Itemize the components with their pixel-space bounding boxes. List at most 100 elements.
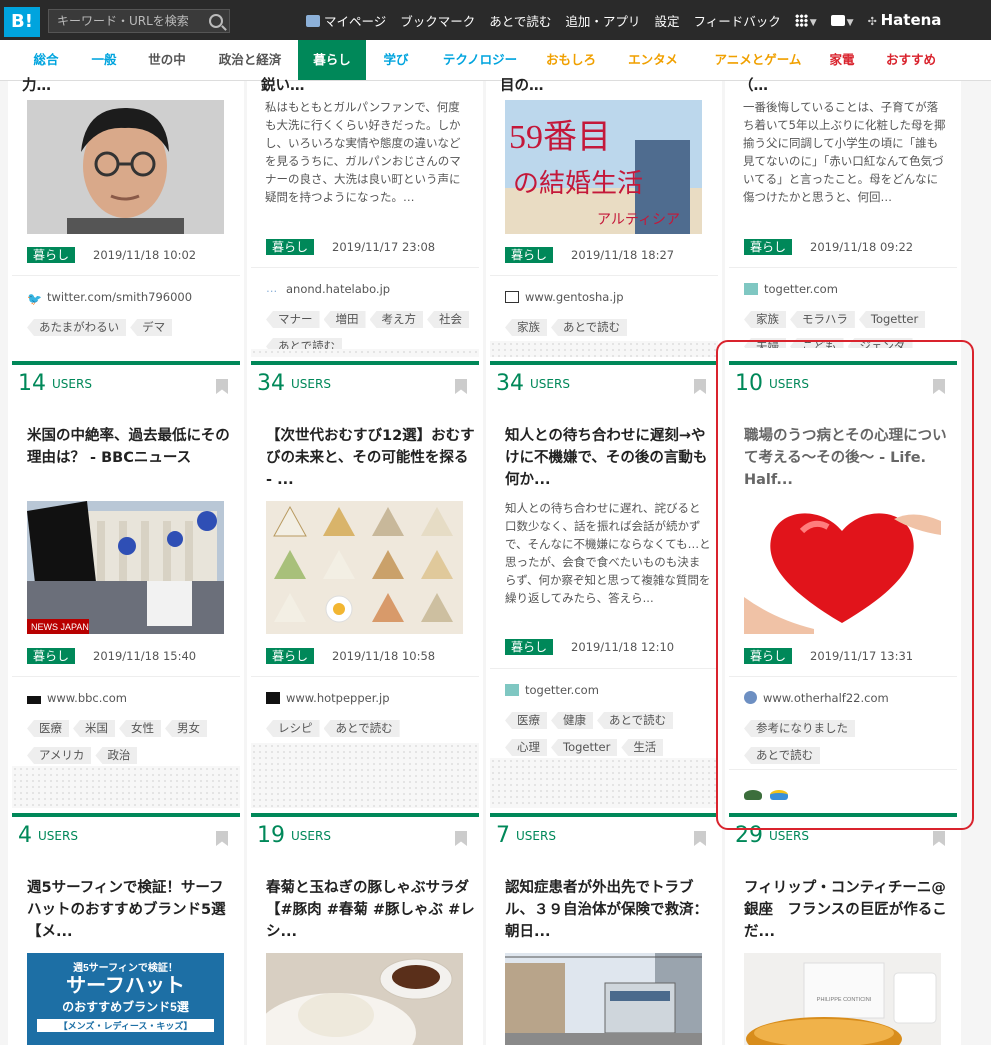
bookmark-icon[interactable] <box>933 831 945 846</box>
entry-title-partial[interactable]: 力… <box>22 75 232 97</box>
bookmark-icon[interactable] <box>216 831 228 846</box>
entry-source[interactable]: www.gentosha.jp <box>505 290 624 304</box>
entry-thumbnail[interactable]: 59番目 の結婚生活 アルティシア <box>505 100 702 234</box>
entry-title[interactable]: 認知症患者が外出先でトラブル、３９自治体が保険で救済：朝日... <box>505 877 715 943</box>
category-anime-game[interactable]: アニメとゲーム <box>702 40 814 80</box>
tag-chip[interactable]: あとで読む <box>323 720 400 737</box>
entry-title[interactable]: 週5サーフィンで検証！サーフハットのおすすめブランド5選【メ... <box>27 877 237 943</box>
tag-chip[interactable]: あたまがわるい <box>27 319 127 336</box>
entry-title[interactable]: 春菊と玉ねぎの豚しゃぶサラダ【#豚肉 #春菊 #豚しゃぶ #レシ... <box>266 877 476 943</box>
bookmark-count[interactable]: 34 USERS <box>496 371 570 396</box>
thumb-line-1: 59番目 <box>509 119 611 156</box>
nav-bookmark[interactable]: ブックマーク <box>400 11 475 30</box>
nav-settings[interactable]: 設定 <box>654 11 679 30</box>
bookmark-icon[interactable] <box>694 379 706 394</box>
category-osusume[interactable]: おすすめ <box>878 40 944 80</box>
tag-chip[interactable]: 考え方 <box>369 311 423 328</box>
apps-menu[interactable]: ▼ <box>794 13 817 28</box>
entry-title[interactable]: 【次世代おむすび12選】おむすびの未来と、その可能性を探る - ... <box>266 425 476 491</box>
entry-source[interactable]: 🐦 twitter.com/smith796000 <box>27 290 192 306</box>
entry-title[interactable]: フィリップ・コンティチーニ@銀座 フランスの巨匠が作るこだ... <box>744 877 954 943</box>
category-tag[interactable]: 暮らし <box>266 648 315 664</box>
category-politics-economy[interactable]: 政治と経済 <box>208 40 292 80</box>
bookmark-count[interactable]: 19 USERS <box>257 823 331 848</box>
tag-chip[interactable]: 増田 <box>323 311 366 328</box>
entry-title-partial[interactable]: （… <box>739 75 949 97</box>
nav-feedback[interactable]: フィードバック <box>693 11 780 30</box>
tag-chip[interactable]: 家族 <box>505 319 547 336</box>
category-tag[interactable]: 暮らし <box>505 639 554 655</box>
entry-source[interactable]: ⋯ anond.hatelabo.jp <box>266 282 390 298</box>
notifications-menu[interactable]: ▼ <box>830 13 854 28</box>
tag-chip[interactable]: レシピ <box>266 720 320 737</box>
category-tag[interactable]: 暮らし <box>27 247 76 263</box>
bookmark-count[interactable]: 14 USERS <box>18 371 92 396</box>
tag-chip[interactable]: デマ <box>130 319 173 336</box>
tag-chip[interactable]: あとで読む <box>597 712 674 729</box>
tag-chip[interactable]: Togetter <box>551 739 618 756</box>
tag-chip[interactable]: Togetter <box>858 311 926 328</box>
tag-chip[interactable]: アメリカ <box>27 747 92 764</box>
category-tag[interactable]: 暮らし <box>266 239 315 255</box>
entry-source[interactable]: togetter.com <box>505 683 599 697</box>
hatena-brand[interactable]: ✣ Hatena <box>868 11 942 29</box>
tag-chip[interactable]: 心理 <box>505 739 547 756</box>
category-omoshiro[interactable]: おもしろ <box>536 40 606 80</box>
bookmark-icon[interactable] <box>216 379 228 394</box>
category-manabi[interactable]: 学び <box>372 40 420 80</box>
tag-chip[interactable]: 社会 <box>427 311 469 328</box>
tag-chip[interactable]: 医療 <box>27 720 69 737</box>
tag-chip[interactable]: 生活 <box>621 739 664 756</box>
nav-mypage[interactable]: マイページ <box>306 11 386 30</box>
tag-chip[interactable]: あとで読む <box>551 319 628 336</box>
entry-title[interactable]: 米国の中絶率、過去最低にその理由は？ - BBCニュース <box>27 425 237 469</box>
entry-thumbnail[interactable]: PHILIPPE CONTICINI <box>744 953 941 1045</box>
tag-chip[interactable]: マナー <box>266 311 320 328</box>
search-icon[interactable] <box>209 14 223 28</box>
entry-title-partial[interactable]: 鋭い… <box>261 75 471 97</box>
nav-add-app[interactable]: 追加・アプリ <box>565 11 640 30</box>
entry-date: 2019/11/18 18:27 <box>571 248 675 262</box>
tag-chip[interactable]: 女性 <box>119 720 161 737</box>
bookmark-count[interactable]: 7 USERS <box>496 823 556 848</box>
tag-chip[interactable]: 健康 <box>551 712 593 729</box>
entry-thumbnail[interactable] <box>27 100 224 234</box>
category-ippan[interactable]: 一般 <box>80 40 128 80</box>
tag-chip[interactable]: モラハラ <box>790 311 855 328</box>
bookmark-icon[interactable] <box>455 379 467 394</box>
tag-chip[interactable]: 政治 <box>95 747 138 764</box>
bookmark-icon[interactable] <box>694 831 706 846</box>
search-input[interactable]: キーワード・URLを検索 <box>48 9 230 33</box>
category-entame[interactable]: エンタメ <box>618 40 688 80</box>
entry-title[interactable]: 知人との待ち合わせに遅刻→やけに不機嫌で、その後の言動も何か... <box>505 425 715 491</box>
bookmark-icon[interactable] <box>455 831 467 846</box>
entry-source[interactable]: www.bbc.com <box>27 691 127 705</box>
entry-thumbnail[interactable] <box>266 501 463 634</box>
category-sougou[interactable]: 総合 <box>22 40 70 80</box>
entry-date: 2019/11/18 10:02 <box>93 248 197 262</box>
entry-thumbnail[interactable] <box>505 953 702 1045</box>
entry-source[interactable]: www.hotpepper.jp <box>266 691 390 705</box>
entry-thumbnail[interactable] <box>266 953 463 1045</box>
entry-thumbnail[interactable]: NEWS JAPAN <box>27 501 224 634</box>
category-tag[interactable]: 暮らし <box>27 648 76 664</box>
tag-chip[interactable]: 米国 <box>73 720 115 737</box>
entry-source[interactable]: togetter.com <box>744 282 838 296</box>
category-kaden[interactable]: 家電 <box>820 40 864 80</box>
category-kurashi[interactable]: 暮らし <box>298 40 366 80</box>
entry-thumbnail[interactable]: 週5サーフィンで検証！ サーフハット のおすすめブランド5選 【メンズ・レディー… <box>27 953 224 1045</box>
tag-chip[interactable]: 家族 <box>744 311 786 328</box>
category-technology[interactable]: テクノロジー <box>432 40 528 80</box>
card-top-border <box>251 813 479 817</box>
card-filler <box>251 349 479 357</box>
bookmark-count[interactable]: 4 USERS <box>18 823 78 848</box>
bookmark-count[interactable]: 34 USERS <box>257 371 331 396</box>
category-tag[interactable]: 暮らし <box>505 247 554 263</box>
tag-chip[interactable]: 男女 <box>165 720 207 737</box>
tag-chip[interactable]: 医療 <box>505 712 547 729</box>
category-tag[interactable]: 暮らし <box>744 239 793 255</box>
nav-read-later[interactable]: あとで読む <box>489 11 551 30</box>
hatena-bookmark-logo[interactable]: B! <box>4 7 40 37</box>
category-yononaka[interactable]: 世の中 <box>138 40 196 80</box>
entry-title-partial[interactable]: 目の… <box>500 75 710 97</box>
